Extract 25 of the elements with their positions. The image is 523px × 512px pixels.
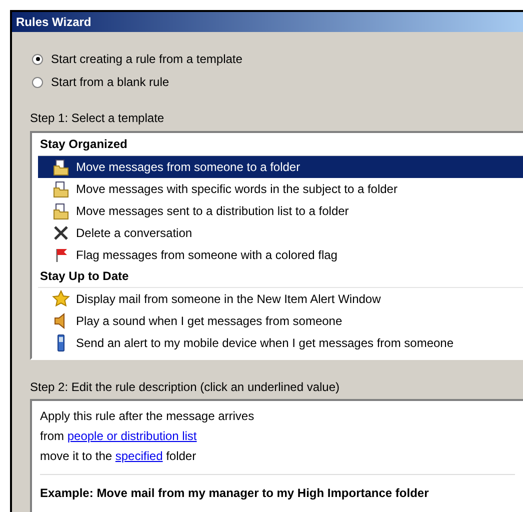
template-item[interactable]: Move messages from someone to a folder (38, 156, 523, 178)
template-item[interactable]: Flag messages from someone with a colored flag (38, 244, 523, 266)
example-text: Example: Move mail from my manager to my High Importance folder (40, 485, 430, 502)
template-item[interactable]: Move messages sent to a distribution list to a folder (38, 200, 523, 222)
value-link[interactable]: people or distribution list (67, 429, 197, 443)
window-title: Rules Wizard (12, 12, 523, 32)
template-item[interactable]: Play a sound when I get messages from someone (38, 310, 523, 332)
step-label: Step 2: Edit the rule description (click an underlined value) (30, 380, 341, 394)
radio-option[interactable]: Start from a blank rule (32, 75, 523, 89)
template-item[interactable]: Delete a conversation (38, 222, 523, 244)
rule-text: from people or distribution list (40, 428, 198, 445)
folder-icon (52, 158, 70, 176)
star-icon (52, 290, 70, 308)
step-label: Step 1: Select a template (30, 111, 166, 125)
rule-text: Apply this rule after the message arrives (40, 408, 256, 425)
rule-text: move it to the specified folder (40, 448, 198, 465)
group-header: Stay Up to Date (38, 266, 523, 288)
template-item[interactable]: Display mail from someone in the New Item Alert Window (38, 288, 523, 310)
x-icon (52, 224, 70, 242)
folder-icon (52, 180, 70, 198)
value-link[interactable]: specified (115, 449, 163, 463)
radio-option[interactable]: Start creating a rule from a template (32, 52, 523, 66)
template-item[interactable]: Send an alert to my mobile device when I get messages from someone (38, 332, 523, 354)
folder-icon (52, 202, 70, 220)
template-item[interactable]: Move messages with specific words in the subject to a folder (38, 178, 523, 200)
